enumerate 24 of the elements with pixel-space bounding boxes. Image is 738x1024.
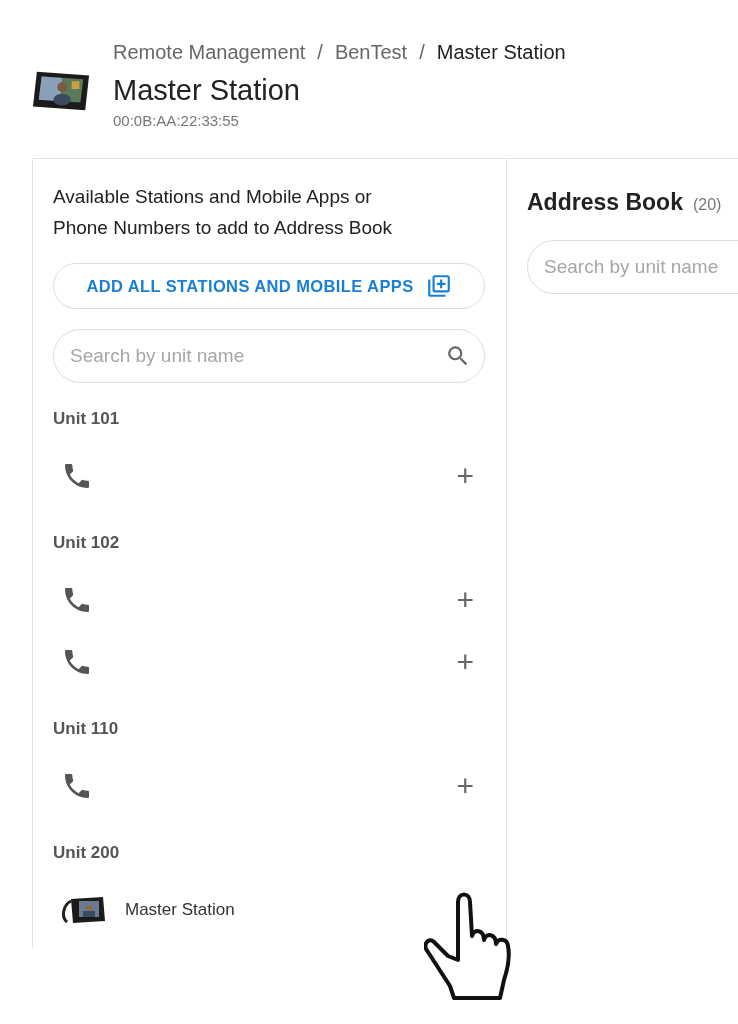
unit-label: Unit 101 bbox=[53, 409, 121, 429]
page-title: Master Station bbox=[113, 74, 301, 107]
address-book-title: Address Book bbox=[527, 189, 683, 216]
add-all-icon bbox=[425, 273, 452, 299]
panel-heading: Available Stations and Mobile Apps or Phone Numbers to add to Address Book bbox=[53, 185, 394, 240]
add-button[interactable]: + bbox=[452, 771, 478, 801]
breadcrumb-link[interactable]: Remote Management bbox=[113, 41, 306, 64]
unit-label: Unit 102 bbox=[53, 533, 121, 553]
breadcrumb-link[interactable]: BenTest bbox=[334, 41, 408, 64]
search-field[interactable]: Search by unit name bbox=[527, 240, 738, 294]
add-all-button[interactable]: ADD ALL STATIONS AND MOBILE APPS bbox=[53, 263, 485, 309]
mac-address: 00:0B:AA:22:33:55 bbox=[113, 112, 240, 129]
hand-cursor-icon bbox=[424, 890, 514, 1002]
search-field[interactable]: Search by unit name bbox=[53, 329, 485, 383]
unit-label: Unit 110 bbox=[53, 719, 120, 739]
unit-label: Unit 200 bbox=[53, 843, 121, 863]
breadcrumb-separator: / bbox=[317, 41, 323, 64]
breadcrumb-separator: / bbox=[419, 41, 425, 64]
add-button[interactable]: + bbox=[452, 461, 478, 491]
breadcrumb-current: Master Station bbox=[436, 41, 566, 64]
station-name: Master Station bbox=[125, 900, 236, 920]
address-book-count: (20) bbox=[692, 196, 722, 214]
add-button[interactable]: + bbox=[452, 585, 478, 615]
add-button[interactable]: + bbox=[452, 647, 478, 677]
